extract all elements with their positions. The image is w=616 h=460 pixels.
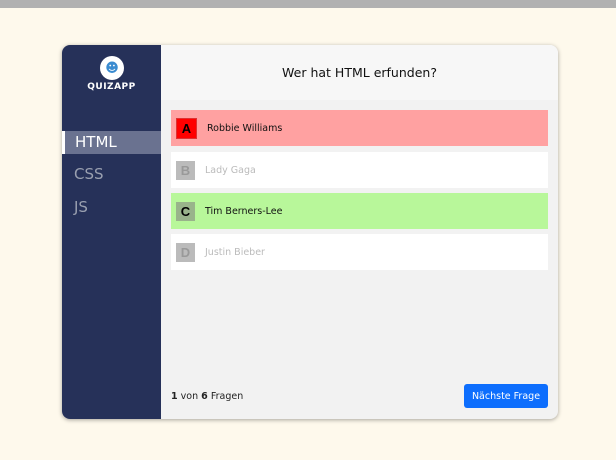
answer-text: Tim Berners-Lee: [205, 205, 283, 217]
total-number: 6: [201, 391, 208, 402]
quiz-card: ☻ QUIZAPP HTML CSS JS Wer hat HTML erfun…: [62, 45, 558, 419]
brand-name: QUIZAPP: [87, 82, 136, 92]
sidebar-item-html[interactable]: HTML: [62, 131, 161, 154]
sidebar: ☻ QUIZAPP HTML CSS JS: [62, 45, 161, 419]
answer-letter: B: [176, 160, 195, 180]
next-question-button[interactable]: Nächste Frage: [464, 384, 548, 408]
sidebar-item-js[interactable]: JS: [62, 196, 161, 219]
answer-letter: C: [176, 201, 195, 221]
current-number: 1: [171, 391, 178, 402]
top-bar: [0, 0, 616, 8]
answer-text: Justin Bieber: [205, 246, 265, 258]
answer-d[interactable]: D Justin Bieber: [171, 234, 548, 270]
answer-a[interactable]: A Robbie Williams: [171, 110, 548, 146]
von-label: von: [180, 391, 199, 402]
answer-text: Robbie Williams: [207, 122, 283, 134]
answer-text: Lady Gaga: [205, 164, 256, 176]
answer-b[interactable]: B Lady Gaga: [171, 152, 548, 188]
question-title: Wer hat HTML erfunden?: [161, 45, 558, 100]
sidebar-item-css[interactable]: CSS: [62, 163, 161, 186]
answer-letter: D: [176, 242, 195, 262]
fragen-label: Fragen: [210, 391, 244, 402]
brain-logo-icon: ☻: [100, 56, 124, 80]
progress-text: 1 von 6 Fragen: [171, 391, 243, 402]
answer-letter: A: [176, 117, 197, 139]
answer-c[interactable]: C Tim Berners-Lee: [171, 193, 548, 229]
